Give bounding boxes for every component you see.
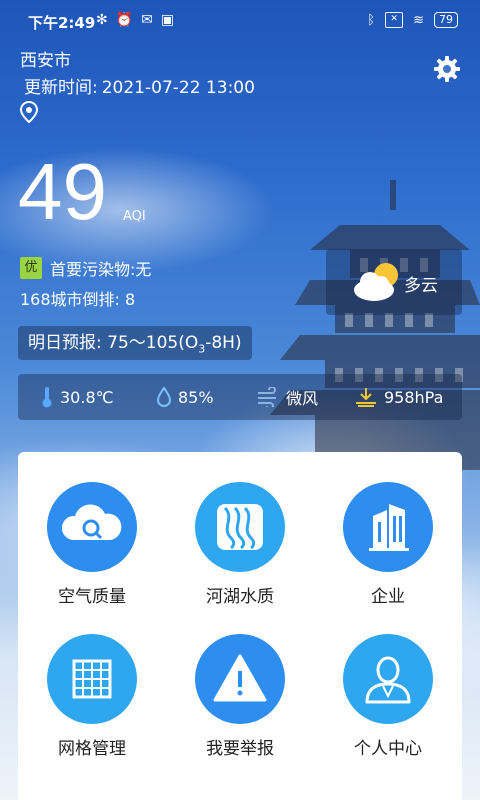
- dnd-icon: ✻: [96, 12, 108, 28]
- aqi-unit: AQI: [123, 209, 146, 224]
- status-time: 下午2:49: [28, 14, 96, 32]
- menu-label: 我要举报: [206, 739, 274, 759]
- menu-icon-circle: [195, 482, 285, 572]
- person-icon: [365, 656, 411, 704]
- forecast-label: 明日预报:: [28, 333, 102, 353]
- menu-air-quality[interactable]: 空气质量: [18, 452, 166, 607]
- menu-personal-center[interactable]: 个人中心: [314, 604, 462, 759]
- wifi-icon: ≋: [413, 12, 424, 28]
- update-label: 更新时间:: [24, 78, 98, 98]
- menu-icon-circle: [343, 482, 433, 572]
- warning-icon: [213, 654, 267, 702]
- pressure-metric: 958hPa: [354, 374, 443, 420]
- wind-metric: 微风: [256, 374, 318, 420]
- menu-enterprise[interactable]: 企业: [314, 452, 462, 607]
- menu-grid-management[interactable]: 网格管理: [18, 604, 166, 759]
- aqi-value: 49: [18, 147, 107, 236]
- pressure-value: 958hPa: [384, 387, 444, 407]
- notification-icons: ✻ ⏰ ✉ ▣: [96, 12, 174, 28]
- city-rank: 168城市倒排: 8: [20, 290, 136, 309]
- weather-metrics: 30.8℃ 85% 微风 958hPa: [18, 374, 462, 420]
- alarm-icon: ⏰: [115, 12, 134, 28]
- wechat-icon: ✉: [141, 12, 153, 28]
- menu-panel: 空气质量 河湖水质 企业 网格管理 我要举报 个人中心: [18, 452, 462, 800]
- water-waves-icon: [217, 504, 263, 550]
- menu-label: 个人中心: [354, 739, 422, 759]
- pressure-icon: [356, 388, 376, 407]
- humidity-metric: 85%: [156, 374, 214, 420]
- menu-icon-circle: [343, 634, 433, 724]
- weather-card: 多云: [326, 249, 462, 315]
- humidity-value: 85%: [178, 387, 214, 407]
- menu-label: 网格管理: [58, 739, 126, 759]
- primary-pollutant: 首要污染物:无: [50, 260, 152, 279]
- cloud-search-icon: [61, 504, 122, 540]
- forecast-tail: -8H): [205, 333, 242, 353]
- sim-icon: ✕: [385, 12, 404, 28]
- partly-cloudy-icon: [354, 263, 398, 301]
- menu-icon-circle: [195, 634, 285, 724]
- menu-icon-circle: [47, 634, 137, 724]
- city-name: 西安市: [20, 51, 71, 71]
- menu-report[interactable]: 我要举报: [166, 604, 314, 759]
- menu-water-quality[interactable]: 河湖水质: [166, 452, 314, 607]
- wind-icon: [258, 387, 276, 407]
- weather-condition: 多云: [404, 276, 438, 296]
- thermometer-icon: [42, 387, 52, 408]
- app-notification-icon: ▣: [160, 12, 175, 28]
- droplet-icon: [156, 386, 172, 407]
- aqi-level-badge: 优: [20, 257, 42, 279]
- location-pin-icon[interactable]: [18, 100, 40, 124]
- tomorrow-forecast: 明日预报: 75～105(O3-8H): [18, 326, 252, 360]
- building-icon: [369, 504, 409, 551]
- status-bar: 下午2:49 ✻ ⏰ ✉ ▣ ᛒ ✕ ≋ 79: [0, 0, 480, 44]
- update-value: 2021-07-22 13:00: [101, 78, 255, 98]
- grid-icon: [72, 659, 112, 699]
- wind-value: 微风: [286, 389, 319, 408]
- battery-icon: 79: [434, 12, 458, 28]
- update-time: 更新时间: 2021-07-22 13:00: [20, 73, 255, 98]
- pagoda-illustration: [270, 180, 480, 470]
- temperature-value: 30.8℃: [60, 387, 114, 407]
- temperature-metric: 30.8℃: [40, 374, 114, 420]
- menu-icon-circle: [47, 482, 137, 572]
- forecast-range: 75～105(O: [107, 333, 199, 353]
- bluetooth-icon: ᛒ: [367, 12, 376, 28]
- settings-gear-icon[interactable]: [432, 54, 462, 84]
- system-icons: ᛒ ✕ ≋ 79: [367, 12, 458, 28]
